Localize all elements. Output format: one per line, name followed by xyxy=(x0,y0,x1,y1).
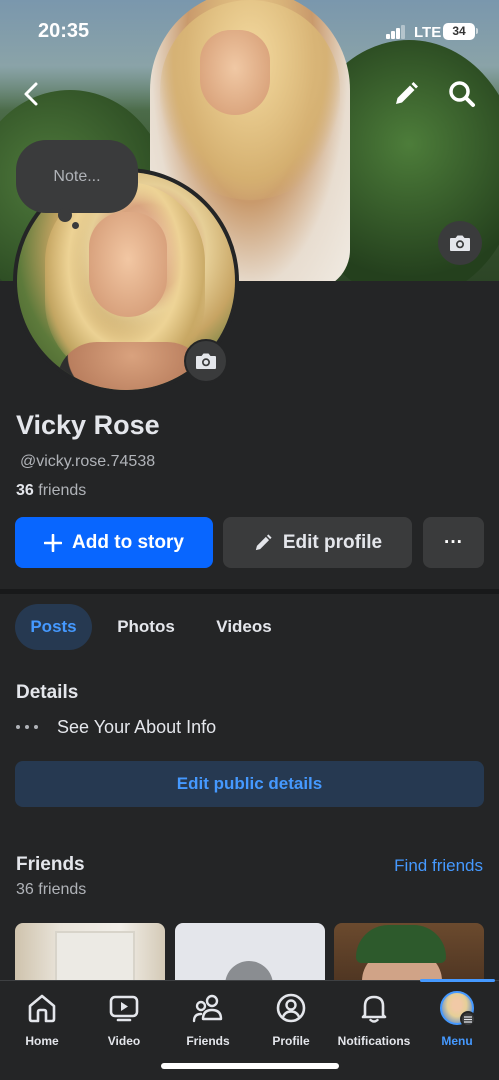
edit-public-details-button[interactable]: Edit public details xyxy=(15,761,484,807)
profile-camera-button[interactable] xyxy=(184,339,228,383)
nav-notifications[interactable]: Notifications xyxy=(332,990,416,1050)
nav-profile-label: Profile xyxy=(272,1034,310,1048)
profile-username: @vicky.rose.74538 xyxy=(20,453,156,470)
video-icon xyxy=(109,995,139,1022)
battery-cap xyxy=(476,28,478,34)
tab-photos[interactable]: Photos xyxy=(102,604,190,650)
search-icon xyxy=(449,81,475,107)
hamburger-icon xyxy=(460,1011,476,1027)
friend-photo-cap xyxy=(356,925,446,963)
edit-cover-button[interactable] xyxy=(386,74,426,114)
plus-icon xyxy=(44,533,63,552)
friends-subtitle: 36 friends xyxy=(16,881,87,898)
find-friends-link[interactable]: Find friends xyxy=(394,856,483,876)
details-heading: Details xyxy=(16,682,79,703)
edit-public-details-label: Edit public details xyxy=(176,774,323,793)
menu-avatar xyxy=(440,991,476,1027)
home-indicator xyxy=(161,1063,339,1069)
note-placeholder: Note... xyxy=(53,167,101,185)
nav-menu[interactable]: Menu xyxy=(415,990,499,1050)
tab-photos-label: Photos xyxy=(117,617,175,636)
note-tail-small xyxy=(72,222,79,229)
note-bubble[interactable]: Note... xyxy=(16,140,138,213)
back-button[interactable] xyxy=(12,74,52,114)
friends-count-number: 36 xyxy=(16,482,34,499)
nav-video[interactable]: Video xyxy=(82,990,166,1050)
signal-icon xyxy=(386,25,406,39)
nav-menu-label: Menu xyxy=(441,1034,473,1048)
nav-friends[interactable]: Friends xyxy=(166,990,250,1050)
status-bar: 20:35 LTE 34 xyxy=(0,0,499,64)
edit-profile-label: Edit profile xyxy=(282,531,383,553)
friends-count-label: friends xyxy=(38,482,87,499)
home-icon xyxy=(28,994,56,1023)
bell-icon xyxy=(361,995,387,1023)
about-info-label: See Your About Info xyxy=(57,716,217,737)
more-options-button[interactable]: ··· xyxy=(423,517,484,568)
nav-profile[interactable]: Profile xyxy=(249,990,333,1050)
nav-home-label: Home xyxy=(25,1034,59,1048)
avatar-face xyxy=(89,212,167,317)
network-label: LTE xyxy=(414,24,442,41)
profile-name: Vicky Rose xyxy=(16,410,160,440)
search-button[interactable] xyxy=(442,74,482,114)
add-to-story-button[interactable]: Add to story xyxy=(15,517,213,568)
profile-icon xyxy=(276,993,306,1023)
nav-video-label: Video xyxy=(107,1034,141,1048)
nav-friends-label: Friends xyxy=(186,1034,230,1048)
chevron-left-icon xyxy=(24,82,38,106)
add-to-story-label: Add to story xyxy=(72,531,184,553)
battery-icon: 34 xyxy=(443,23,475,40)
about-info-link[interactable]: See Your About Info xyxy=(16,715,216,739)
cover-camera-button[interactable] xyxy=(438,221,482,265)
pencil-icon xyxy=(253,533,273,553)
tab-videos-label: Videos xyxy=(216,617,272,636)
pencil-icon xyxy=(396,82,418,104)
active-tab-indicator xyxy=(420,979,495,982)
friends-heading: Friends xyxy=(16,854,85,875)
more-icon: ··· xyxy=(444,531,463,553)
tab-videos[interactable]: Videos xyxy=(200,604,288,650)
note-tail-large xyxy=(58,208,72,222)
camera-icon xyxy=(196,353,216,369)
section-divider xyxy=(0,589,499,594)
friends-icon xyxy=(192,994,223,1023)
tab-posts[interactable]: Posts xyxy=(15,604,92,650)
nav-home[interactable]: Home xyxy=(0,990,84,1050)
camera-icon xyxy=(450,235,470,251)
edit-profile-button[interactable]: Edit profile xyxy=(223,517,412,568)
status-time: 20:35 xyxy=(38,20,90,42)
tab-posts-label: Posts xyxy=(30,617,77,636)
nav-notifications-label: Notifications xyxy=(337,1034,411,1048)
profile-friends-count[interactable]: 36 friends xyxy=(16,482,86,500)
more-dots-icon xyxy=(16,725,42,729)
